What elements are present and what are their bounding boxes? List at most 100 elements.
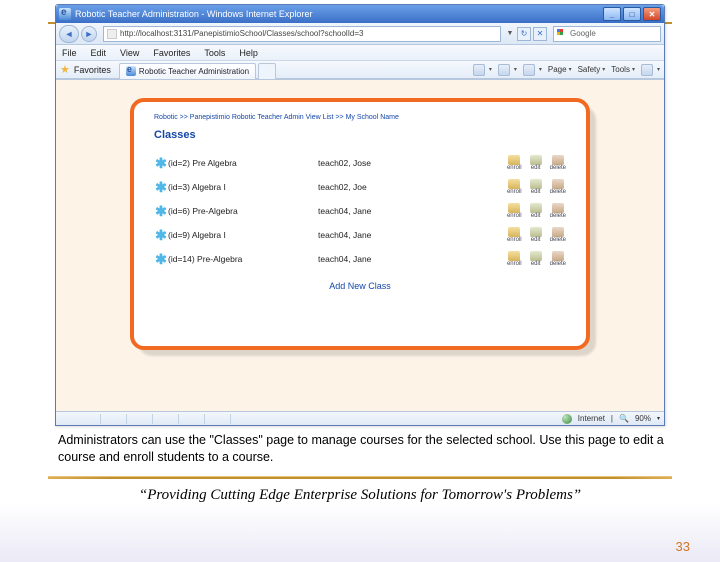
enroll-icon [508, 155, 520, 165]
address-bar[interactable]: http://localhost:3131/PanepistimioSchool… [103, 26, 501, 42]
edit-button[interactable]: edit [530, 179, 542, 195]
asterisk-icon: ✱ [154, 203, 168, 220]
command-bar: ▾ ▾ ▾ Page▾ Safety▾ Tools▾ ▾ [467, 64, 660, 76]
favorites-star-icon[interactable]: ★ [60, 63, 70, 76]
delete-button[interactable]: delete [550, 155, 566, 171]
new-tab-button[interactable] [258, 63, 276, 79]
enroll-button[interactable]: enroll [507, 227, 522, 243]
slide-bottom-rule [48, 476, 672, 479]
asterisk-icon: ✱ [154, 227, 168, 244]
stop-button[interactable]: ✕ [533, 27, 547, 41]
tab-strip: Robotic Teacher Administration [119, 61, 278, 79]
delete-icon [552, 155, 564, 165]
edit-icon [530, 227, 542, 237]
enroll-icon [508, 203, 520, 213]
teacher-name: teach04, Jane [318, 230, 448, 240]
breadcrumb[interactable]: Robotic >> Panepistimio Robotic Teacher … [154, 114, 566, 121]
teacher-name: teach04, Jane [318, 206, 448, 216]
back-button[interactable]: ◄ [59, 25, 79, 43]
class-name[interactable]: (id=2) Pre Algebra [168, 158, 318, 168]
forward-button[interactable]: ► [81, 26, 97, 42]
favorites-label[interactable]: Favorites [74, 65, 111, 75]
add-new-class-link[interactable]: Add New Class [154, 281, 566, 291]
enroll-button[interactable]: enroll [507, 155, 522, 171]
zoom-level[interactable]: 90% [635, 414, 651, 423]
menu-favorites[interactable]: Favorites [153, 48, 190, 58]
protected-mode-sep: | [611, 414, 613, 423]
slide-caption: Administrators can use the "Classes" pag… [58, 432, 670, 466]
delete-button[interactable]: delete [550, 251, 566, 267]
class-name[interactable]: (id=14) Pre-Algebra [168, 254, 318, 264]
tools-menu[interactable]: Tools▾ [611, 65, 635, 74]
menu-tools[interactable]: Tools [204, 48, 225, 58]
edit-icon [530, 155, 542, 165]
teacher-name: teach04, Jane [318, 254, 448, 264]
enroll-button[interactable]: enroll [507, 179, 522, 195]
url-text: http://localhost:3131/PanepistimioSchool… [120, 29, 363, 38]
enroll-button[interactable]: enroll [507, 251, 522, 267]
enroll-icon [508, 227, 520, 237]
close-button[interactable]: ✕ [643, 7, 661, 21]
security-zone: Internet [578, 414, 605, 423]
zoom-icon[interactable]: 🔍 [619, 414, 629, 423]
zoom-dropdown[interactable]: ▾ [657, 415, 660, 422]
maximize-button[interactable]: □ [623, 7, 641, 21]
asterisk-icon: ✱ [154, 155, 168, 172]
edit-icon [530, 179, 542, 189]
enroll-button[interactable]: enroll [507, 203, 522, 219]
menu-bar: File Edit View Favorites Tools Help [56, 45, 664, 61]
classes-panel: Robotic >> Panepistimio Robotic Teacher … [130, 98, 590, 350]
page-menu[interactable]: Page▾ [548, 65, 572, 74]
feeds-icon [498, 64, 510, 76]
favorites-bar: ★ Favorites Robotic Teacher Administrati… [56, 61, 664, 79]
edit-button[interactable]: edit [530, 251, 542, 267]
help-button[interactable]: ▾ [641, 64, 660, 76]
asterisk-icon: ✱ [154, 251, 168, 268]
class-row: ✱ (id=14) Pre-Algebra teach04, Jane enro… [154, 247, 566, 271]
class-row: ✱ (id=9) Algebra I teach04, Jane enroll … [154, 223, 566, 247]
home-icon [473, 64, 485, 76]
enroll-icon [508, 179, 520, 189]
delete-button[interactable]: delete [550, 227, 566, 243]
panel-heading: Classes [154, 129, 566, 141]
window-title: Robotic Teacher Administration - Windows… [75, 9, 312, 19]
browser-viewport: Robotic >> Panepistimio Robotic Teacher … [56, 79, 664, 411]
class-row: ✱ (id=6) Pre-Algebra teach04, Jane enrol… [154, 199, 566, 223]
class-row: ✱ (id=2) Pre Algebra teach02, Jose enrol… [154, 151, 566, 175]
menu-edit[interactable]: Edit [91, 48, 107, 58]
safety-menu[interactable]: Safety▾ [578, 65, 606, 74]
class-row: ✱ (id=3) Algebra I teach02, Joe enroll e… [154, 175, 566, 199]
menu-help[interactable]: Help [239, 48, 258, 58]
delete-icon [552, 251, 564, 261]
page-icon [107, 29, 117, 39]
class-name[interactable]: (id=3) Algebra I [168, 182, 318, 192]
edit-button[interactable]: edit [530, 227, 542, 243]
tab-ie-icon [126, 66, 136, 76]
class-name[interactable]: (id=6) Pre-Algebra [168, 206, 318, 216]
nav-toolbar: ◄ ► http://localhost:3131/PanepistimioSc… [56, 23, 664, 45]
class-name[interactable]: (id=9) Algebra I [168, 230, 318, 240]
tab-active[interactable]: Robotic Teacher Administration [119, 63, 256, 79]
menu-view[interactable]: View [120, 48, 139, 58]
teacher-name: teach02, Joe [318, 182, 448, 192]
edit-button[interactable]: edit [530, 155, 542, 171]
teacher-name: teach02, Jose [318, 158, 448, 168]
globe-icon [562, 414, 572, 424]
delete-icon [552, 203, 564, 213]
mail-button[interactable]: ▾ [523, 64, 542, 76]
google-icon [557, 29, 567, 39]
delete-button[interactable]: delete [550, 179, 566, 195]
minimize-button[interactable]: _ [603, 7, 621, 21]
edit-button[interactable]: edit [530, 203, 542, 219]
slide-number: 33 [676, 539, 690, 554]
delete-button[interactable]: delete [550, 203, 566, 219]
refresh-button[interactable]: ↻ [517, 27, 531, 41]
menu-file[interactable]: File [62, 48, 77, 58]
search-bar[interactable]: Google [553, 26, 661, 42]
edit-icon [530, 203, 542, 213]
url-dropdown[interactable]: ▼ [505, 26, 515, 42]
ie-icon [59, 8, 71, 20]
delete-icon [552, 227, 564, 237]
feeds-button[interactable]: ▾ [498, 64, 517, 76]
home-button[interactable]: ▾ [473, 64, 492, 76]
